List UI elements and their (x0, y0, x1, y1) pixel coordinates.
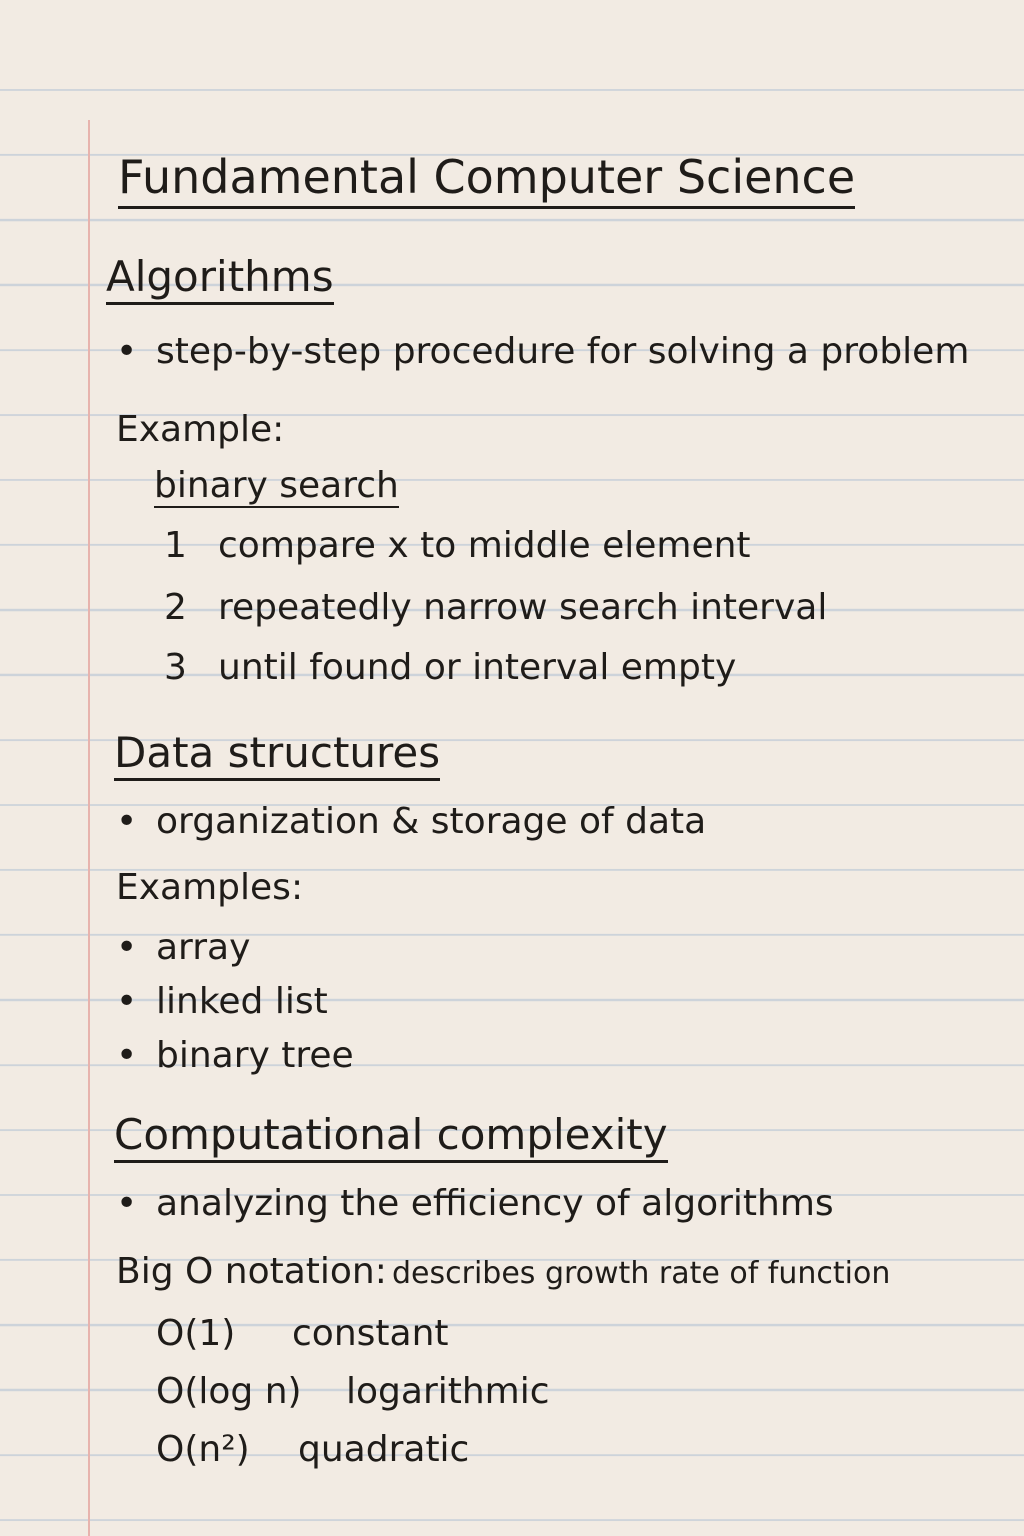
list-item: binary tree (116, 1038, 354, 1074)
order-name: logarithmic (346, 1371, 550, 1412)
step-text: compare x to middle element (218, 525, 751, 566)
order-item: O(n²) quadratic (156, 1432, 469, 1468)
complexity-bullet: analyzing the efficiency of algorithms (116, 1186, 834, 1222)
bigo-line: Big O notation: describes growth rate of… (116, 1254, 890, 1290)
step-number: 2 (164, 587, 187, 628)
order-notation: O(n²) (156, 1429, 250, 1470)
page-title: Fundamental Computer Science (118, 154, 856, 209)
example-name: binary search (154, 465, 399, 508)
step-item: 3 until found or interval empty (164, 650, 736, 686)
list-item-text: binary tree (156, 1035, 354, 1076)
step-text: until found or interval empty (218, 647, 737, 688)
data-structures-bullet-text: organization & storage of data (156, 801, 707, 842)
step-item: 2 repeatedly narrow search interval (164, 590, 827, 626)
order-name: constant (292, 1313, 449, 1354)
step-item: 1 compare x to middle element (164, 528, 751, 564)
list-item-text: array (156, 927, 251, 968)
examples-label: Examples: (116, 867, 304, 908)
order-notation: O(1) (156, 1313, 236, 1354)
margin-line (88, 120, 90, 1536)
order-item: O(log n) logarithmic (156, 1374, 550, 1410)
bigo-label: Big O notation: (116, 1251, 387, 1292)
algorithms-heading: Algorithms (106, 256, 334, 305)
list-item: linked list (116, 984, 328, 1020)
example-label: Example: (116, 409, 285, 450)
order-item: O(1) constant (156, 1316, 449, 1352)
order-notation: O(log n) (156, 1371, 302, 1412)
order-name: quadratic (298, 1429, 470, 1470)
step-text: repeatedly narrow search interval (218, 587, 828, 628)
algorithms-bullet-text: step-by-step procedure for solving a pro… (156, 331, 970, 372)
list-item-text: linked list (156, 981, 328, 1022)
data-structures-heading: Data structures (114, 732, 441, 781)
step-number: 1 (164, 525, 187, 566)
complexity-heading: Computational complexity (114, 1114, 668, 1163)
list-item: array (116, 930, 250, 966)
complexity-bullet-text: analyzing the efficiency of algorithms (156, 1183, 834, 1224)
step-number: 3 (164, 647, 187, 688)
bigo-description: describes growth rate of function (391, 1256, 891, 1291)
data-structures-bullet: organization & storage of data (116, 804, 706, 840)
algorithms-bullet: step-by-step procedure for solving a pro… (116, 334, 969, 370)
